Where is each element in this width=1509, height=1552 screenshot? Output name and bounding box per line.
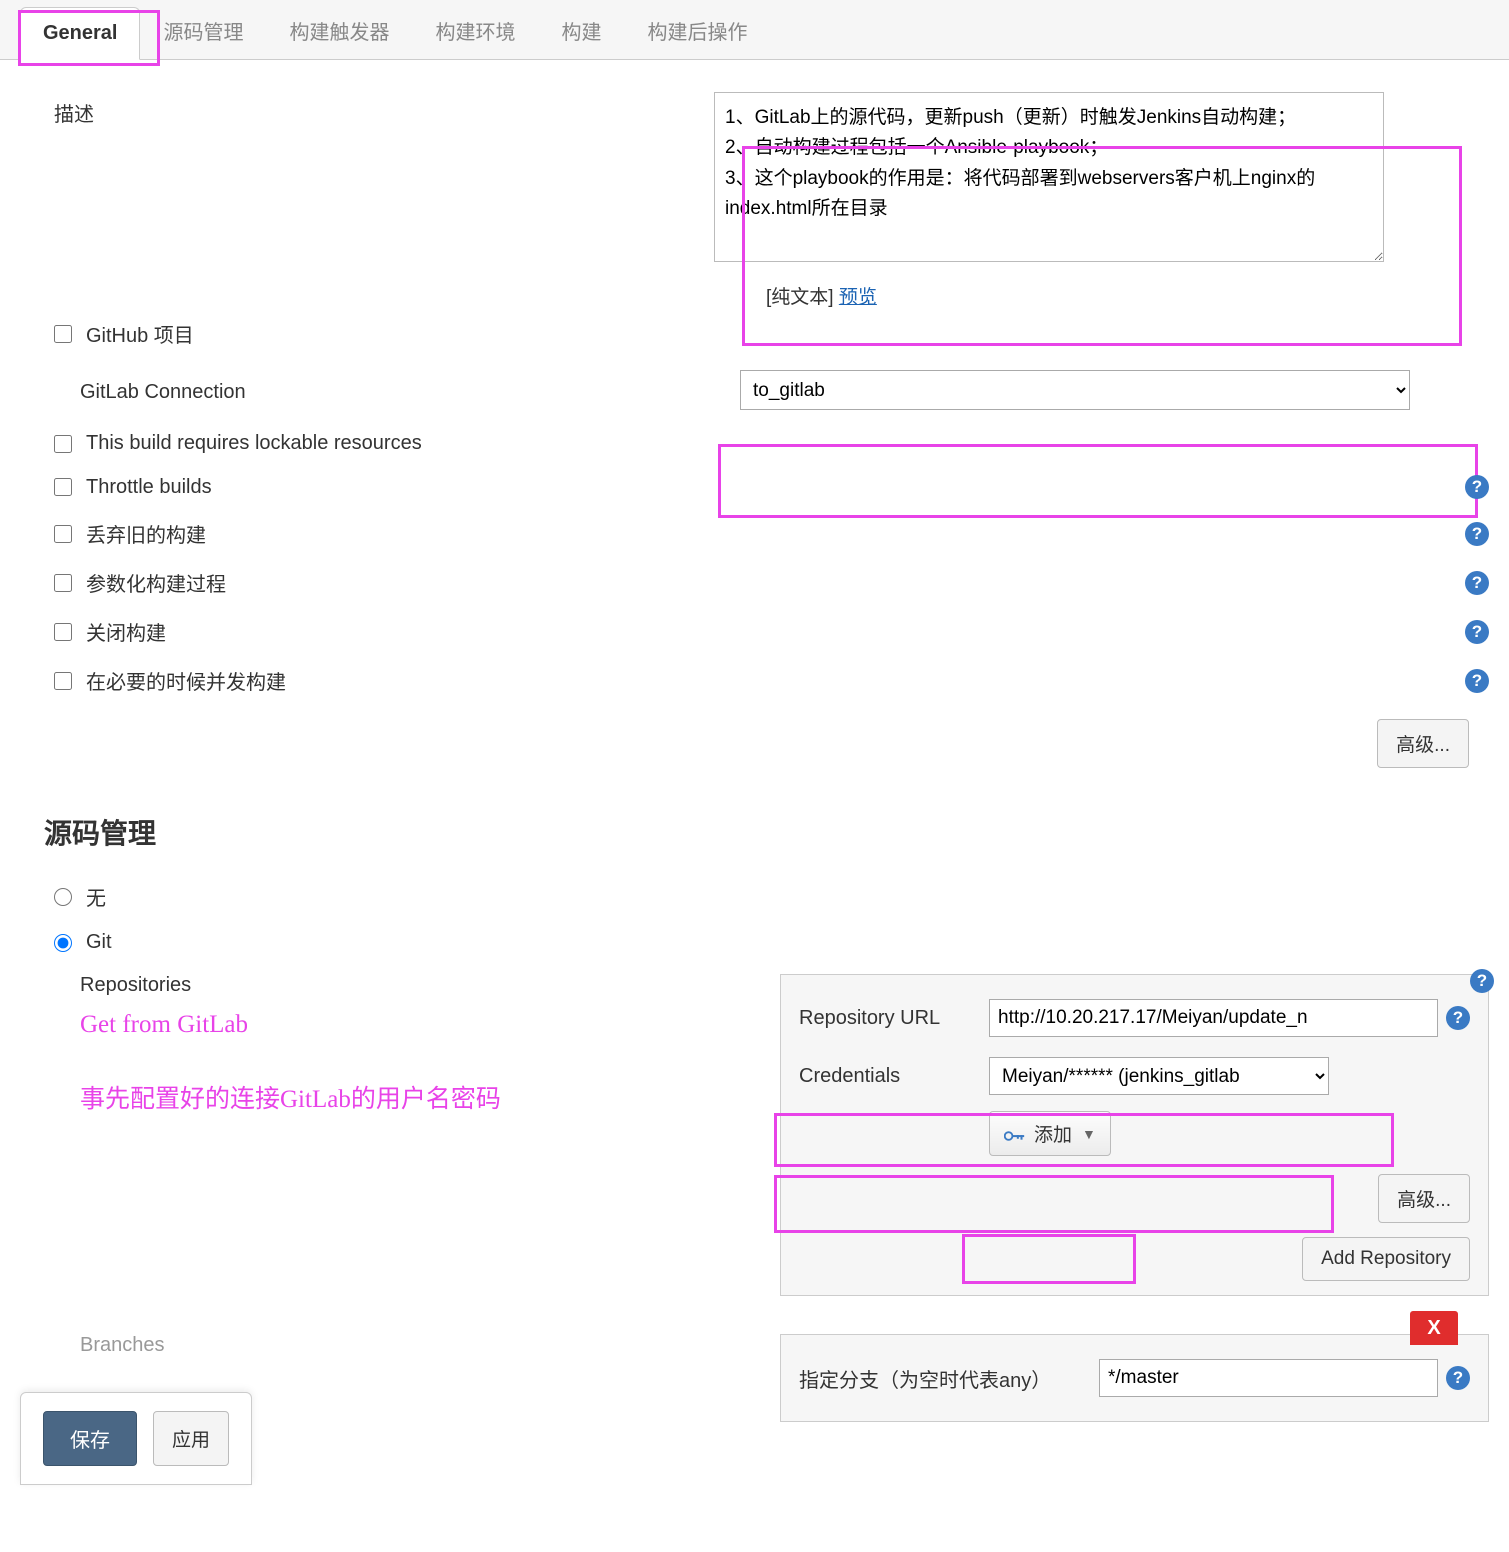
repo-url-label: Repository URL — [799, 1007, 989, 1030]
save-button[interactable]: 保存 — [43, 1411, 137, 1466]
lockable-checkbox[interactable] — [54, 435, 72, 453]
repositories-label: Repositories — [80, 974, 780, 997]
gitlab-connection-row: GitLab Connection to_gitlab — [20, 358, 1489, 422]
add-credentials-button[interactable]: 添加 ▼ — [989, 1111, 1111, 1156]
param-label: 参数化构建过程 — [86, 568, 1455, 597]
branches-title: Branches — [80, 1334, 780, 1357]
help-icon[interactable]: ? — [1465, 475, 1489, 499]
repo-url-input[interactable] — [989, 999, 1438, 1037]
scm-none-label: 无 — [86, 882, 106, 911]
disable-label: 关闭构建 — [86, 617, 1455, 646]
tab-env[interactable]: 构建环境 — [412, 1, 538, 60]
discard-checkbox[interactable] — [54, 525, 72, 543]
key-icon — [1004, 1127, 1026, 1141]
config-tabs: General 源码管理 构建触发器 构建环境 构建 构建后操作 — [0, 0, 1509, 60]
plaintext-label: [纯文本] — [766, 287, 834, 308]
lockable-label: This build requires lockable resources — [86, 432, 1489, 455]
disable-checkbox[interactable] — [54, 623, 72, 641]
gitlab-connection-label: GitLab Connection — [80, 377, 740, 404]
branches-panel: X 指定分支（为空时代表any） ? — [780, 1334, 1489, 1422]
discard-label: 丢弃旧的构建 — [86, 519, 1455, 548]
help-icon[interactable]: ? — [1465, 620, 1489, 644]
help-icon[interactable]: ? — [1446, 1366, 1470, 1390]
scm-git-radio[interactable] — [54, 934, 72, 952]
gitlab-connection-select[interactable]: to_gitlab — [740, 370, 1410, 410]
github-project-row: GitHub 项目 — [20, 309, 1489, 358]
description-format-row: [纯文本] 预览 — [20, 282, 1489, 309]
param-row: 参数化构建过程 ? — [20, 558, 1489, 607]
tab-build[interactable]: 构建 — [538, 1, 624, 60]
tab-postbuild[interactable]: 构建后操作 — [624, 1, 770, 60]
description-row: 描述 — [20, 80, 1489, 274]
caret-down-icon: ▼ — [1082, 1126, 1096, 1142]
preview-link[interactable]: 预览 — [839, 287, 877, 308]
repo-url-row: Repository URL ? — [799, 989, 1470, 1047]
scm-section-title: 源码管理 — [20, 782, 1489, 872]
add-label: 添加 — [1034, 1120, 1072, 1147]
description-label: 描述 — [54, 92, 714, 127]
tab-scm[interactable]: 源码管理 — [140, 1, 266, 60]
discard-row: 丢弃旧的构建 ? — [20, 509, 1489, 558]
repository-panel: ? Repository URL ? Credentials Meiyan/**… — [780, 974, 1489, 1296]
add-repository-button[interactable]: Add Repository — [1302, 1237, 1470, 1281]
tab-triggers[interactable]: 构建触发器 — [266, 1, 412, 60]
description-textarea[interactable] — [714, 92, 1384, 262]
credentials-label: Credentials — [799, 1065, 989, 1088]
github-project-checkbox[interactable] — [54, 325, 72, 343]
concurrent-row: 在必要的时候并发构建 ? — [20, 656, 1489, 705]
scm-git-label: Git — [86, 931, 112, 954]
branch-spec-input[interactable] — [1099, 1359, 1438, 1397]
apply-button[interactable]: 应用 — [153, 1411, 229, 1466]
concurrent-checkbox[interactable] — [54, 672, 72, 690]
scm-none-row: 无 — [20, 872, 1489, 921]
delete-branch-button[interactable]: X — [1410, 1311, 1458, 1345]
advanced-button[interactable]: 高级... — [1377, 719, 1469, 768]
footer-actions: 保存 应用 — [20, 1392, 252, 1485]
throttle-label: Throttle builds — [86, 476, 1455, 499]
branch-spec-label: 指定分支（为空时代表any） — [799, 1364, 1099, 1393]
help-icon[interactable]: ? — [1465, 669, 1489, 693]
scm-none-radio[interactable] — [54, 888, 72, 906]
github-project-label: GitHub 项目 — [86, 319, 1489, 348]
lockable-row: This build requires lockable resources — [20, 422, 1489, 465]
throttle-row: Throttle builds ? — [20, 465, 1489, 509]
credentials-select[interactable]: Meiyan/****** (jenkins_gitlab — [989, 1057, 1329, 1095]
credentials-row: Credentials Meiyan/****** (jenkins_gitla… — [799, 1047, 1470, 1105]
annotation-credentials: 事先配置好的连接GitLab的用户名密码 — [80, 1039, 780, 1115]
concurrent-label: 在必要的时候并发构建 — [86, 666, 1455, 695]
branch-spec-row: 指定分支（为空时代表any） ? — [799, 1349, 1470, 1407]
annotation-get-from-gitlab: Get from GitLab — [80, 997, 780, 1039]
help-icon[interactable]: ? — [1465, 522, 1489, 546]
disable-row: 关闭构建 ? — [20, 607, 1489, 656]
repositories-block: Repositories Get from GitLab 事先配置好的连接Git… — [20, 964, 1489, 1306]
tab-general[interactable]: General — [20, 7, 140, 60]
throttle-checkbox[interactable] — [54, 478, 72, 496]
help-icon[interactable]: ? — [1470, 969, 1494, 993]
repo-advanced-button[interactable]: 高级... — [1378, 1174, 1470, 1223]
scm-git-row: Git — [20, 921, 1489, 964]
help-icon[interactable]: ? — [1465, 571, 1489, 595]
param-checkbox[interactable] — [54, 574, 72, 592]
help-icon[interactable]: ? — [1446, 1006, 1470, 1030]
